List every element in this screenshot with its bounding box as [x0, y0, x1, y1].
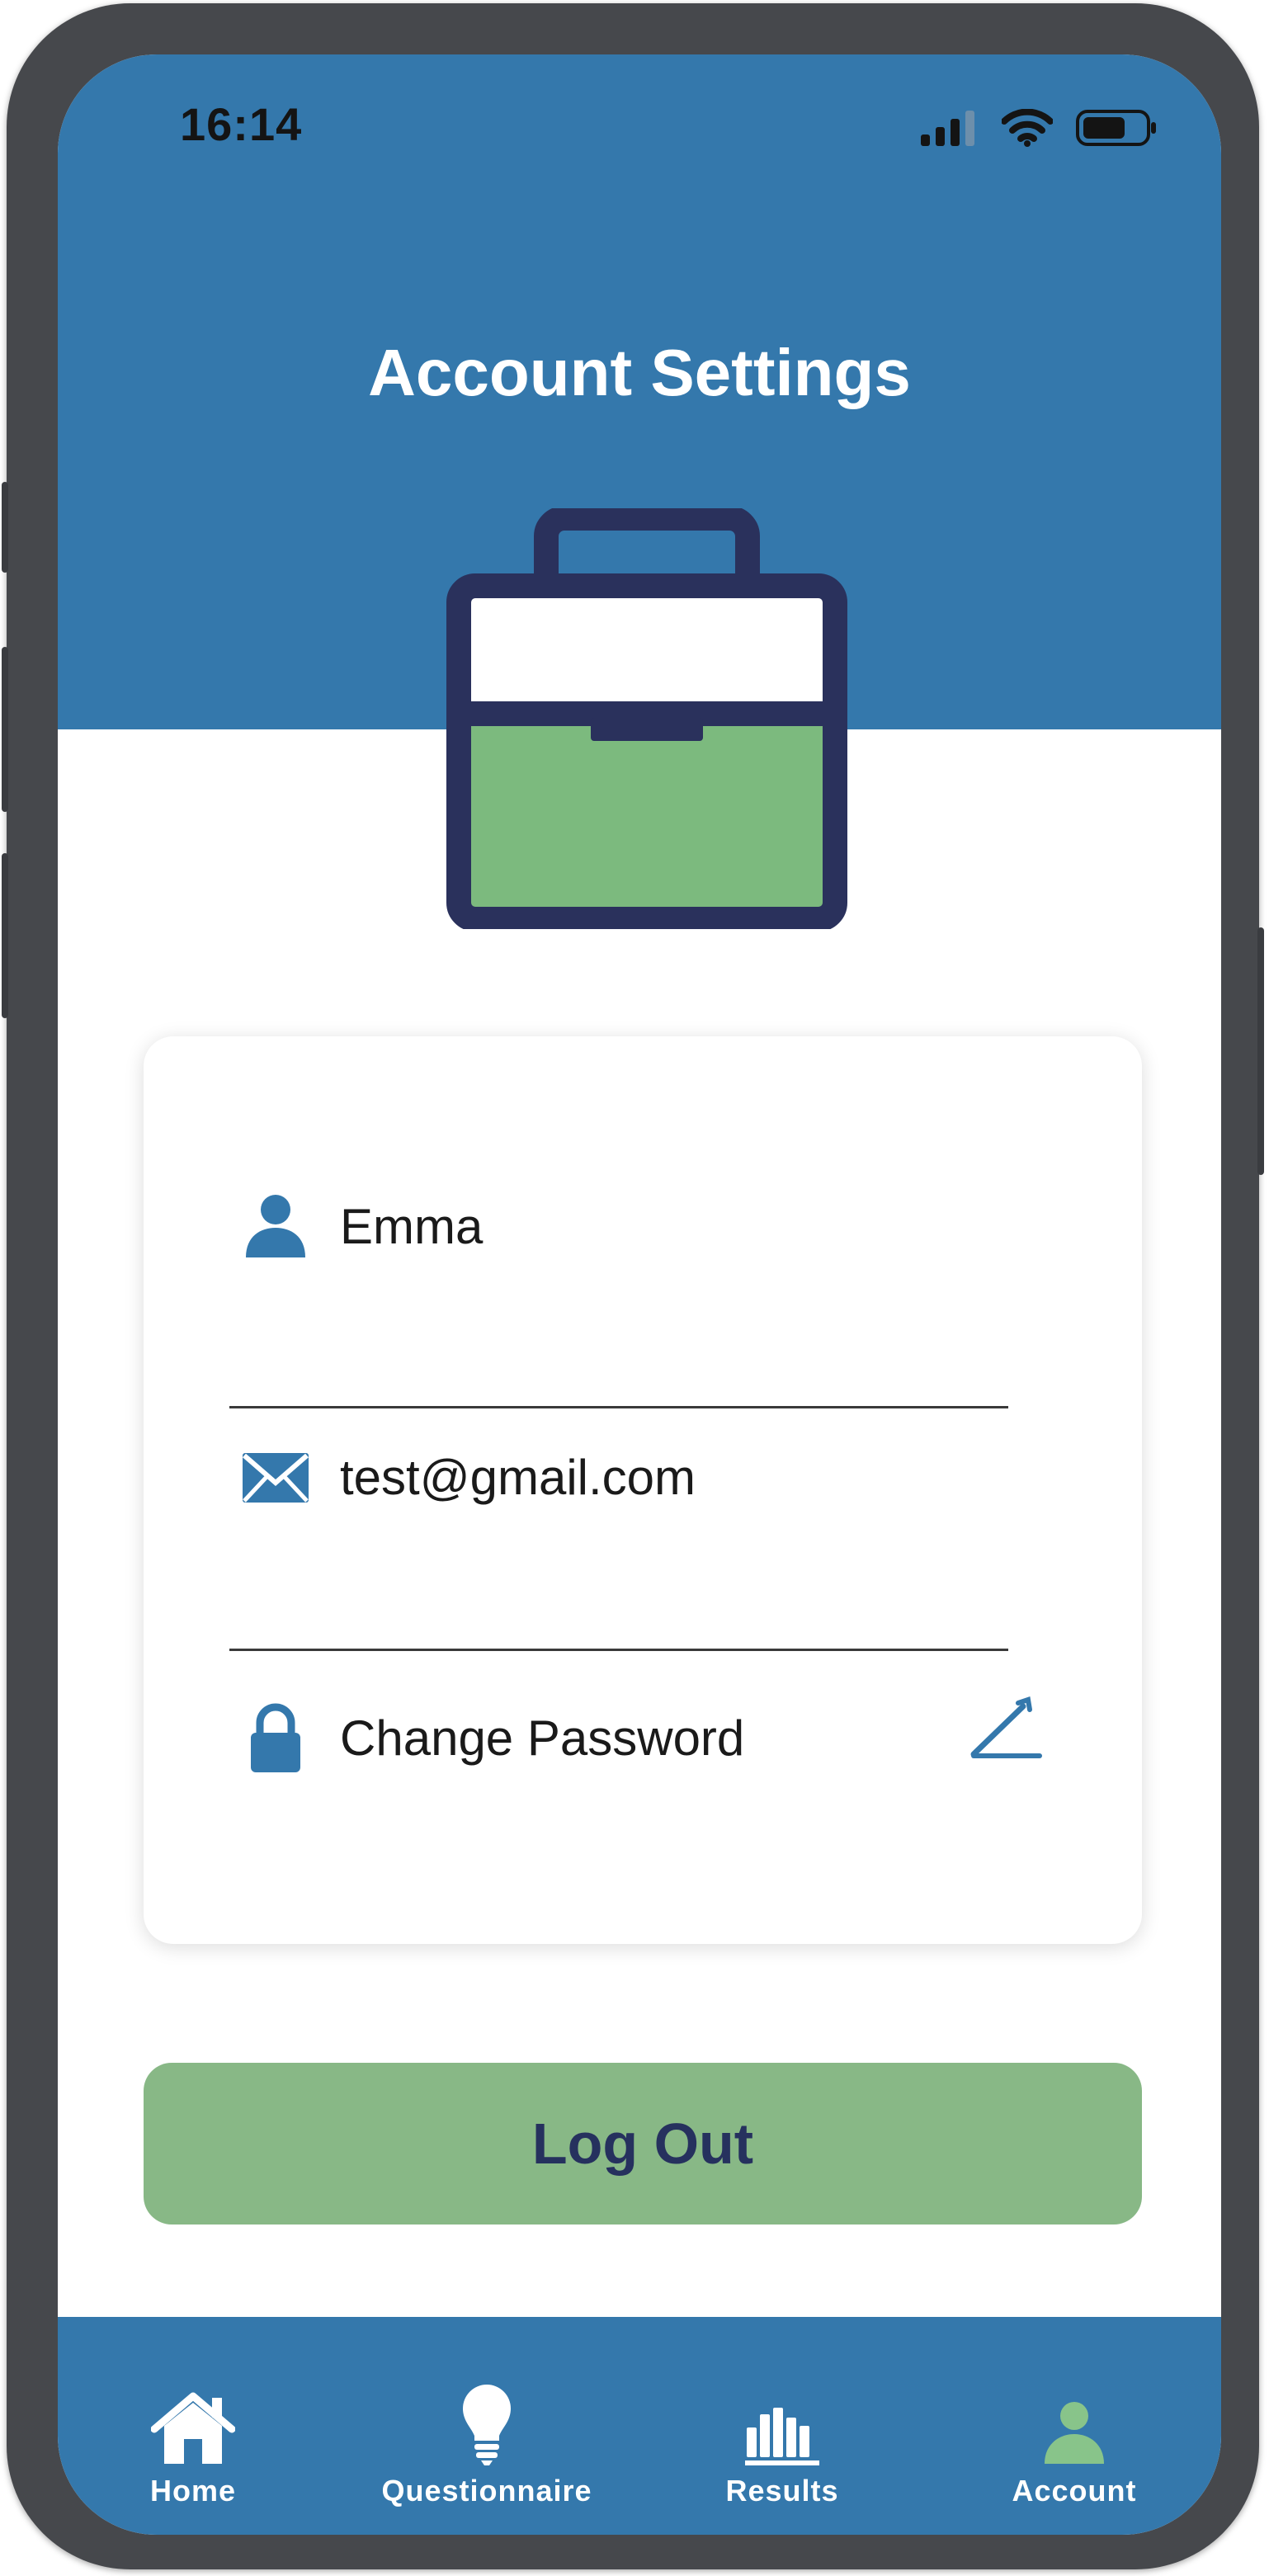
tab-label-home: Home: [149, 2474, 237, 2508]
tab-results[interactable]: Results: [658, 2317, 906, 2535]
side-button-power: [1257, 927, 1264, 1175]
side-button-volume-down: [2, 853, 8, 1018]
bar-chart-icon: [745, 2380, 819, 2465]
lightbulb-icon: [461, 2380, 512, 2465]
phone-frame: 16:14 Account Settings Emma test@gmail.c…: [2, 3, 1264, 2569]
lock-icon: [241, 1701, 310, 1774]
logout-button[interactable]: Log Out: [144, 2063, 1142, 2225]
divider: [229, 1406, 1008, 1408]
status-time: 16:14: [180, 98, 303, 150]
account-info-card: Emma test@gmail.com Change Password: [144, 1036, 1142, 1944]
app-screen: 16:14 Account Settings Emma test@gmail.c…: [58, 54, 1221, 2535]
name-value: Emma: [340, 1198, 484, 1254]
side-button-volume-up: [2, 647, 8, 812]
email-row[interactable]: test@gmail.com: [241, 1449, 696, 1506]
user-icon: [241, 1193, 310, 1259]
page-title: Account Settings: [368, 336, 911, 409]
divider: [229, 1649, 1008, 1651]
name-row[interactable]: Emma: [241, 1193, 483, 1259]
tab-label-account: Account: [1012, 2474, 1137, 2508]
home-icon: [151, 2380, 235, 2465]
tab-label-results: Results: [725, 2474, 839, 2508]
pencil-edit-icon[interactable]: [969, 1696, 1043, 1767]
tab-account[interactable]: Account: [951, 2317, 1198, 2535]
tab-home[interactable]: Home: [69, 2317, 317, 2535]
battery-icon: [1076, 109, 1158, 151]
cellular-signal-icon: [919, 110, 979, 150]
tab-label-questionnaire: Questionnaire: [381, 2474, 592, 2508]
wifi-icon: [1001, 108, 1054, 151]
tab-questionnaire[interactable]: Questionnaire: [363, 2317, 611, 2535]
change-password-row[interactable]: Change Password: [241, 1701, 744, 1774]
envelope-icon: [241, 1451, 310, 1504]
side-button-mute: [2, 482, 8, 573]
status-icons: [919, 108, 1158, 151]
user-icon: [1043, 2380, 1106, 2465]
change-password-label: Change Password: [340, 1710, 745, 1766]
briefcase-icon: [441, 506, 853, 933]
email-value: test@gmail.com: [340, 1450, 696, 1505]
bottom-tab-bar: Home Questionnaire Results Account: [58, 2317, 1221, 2535]
